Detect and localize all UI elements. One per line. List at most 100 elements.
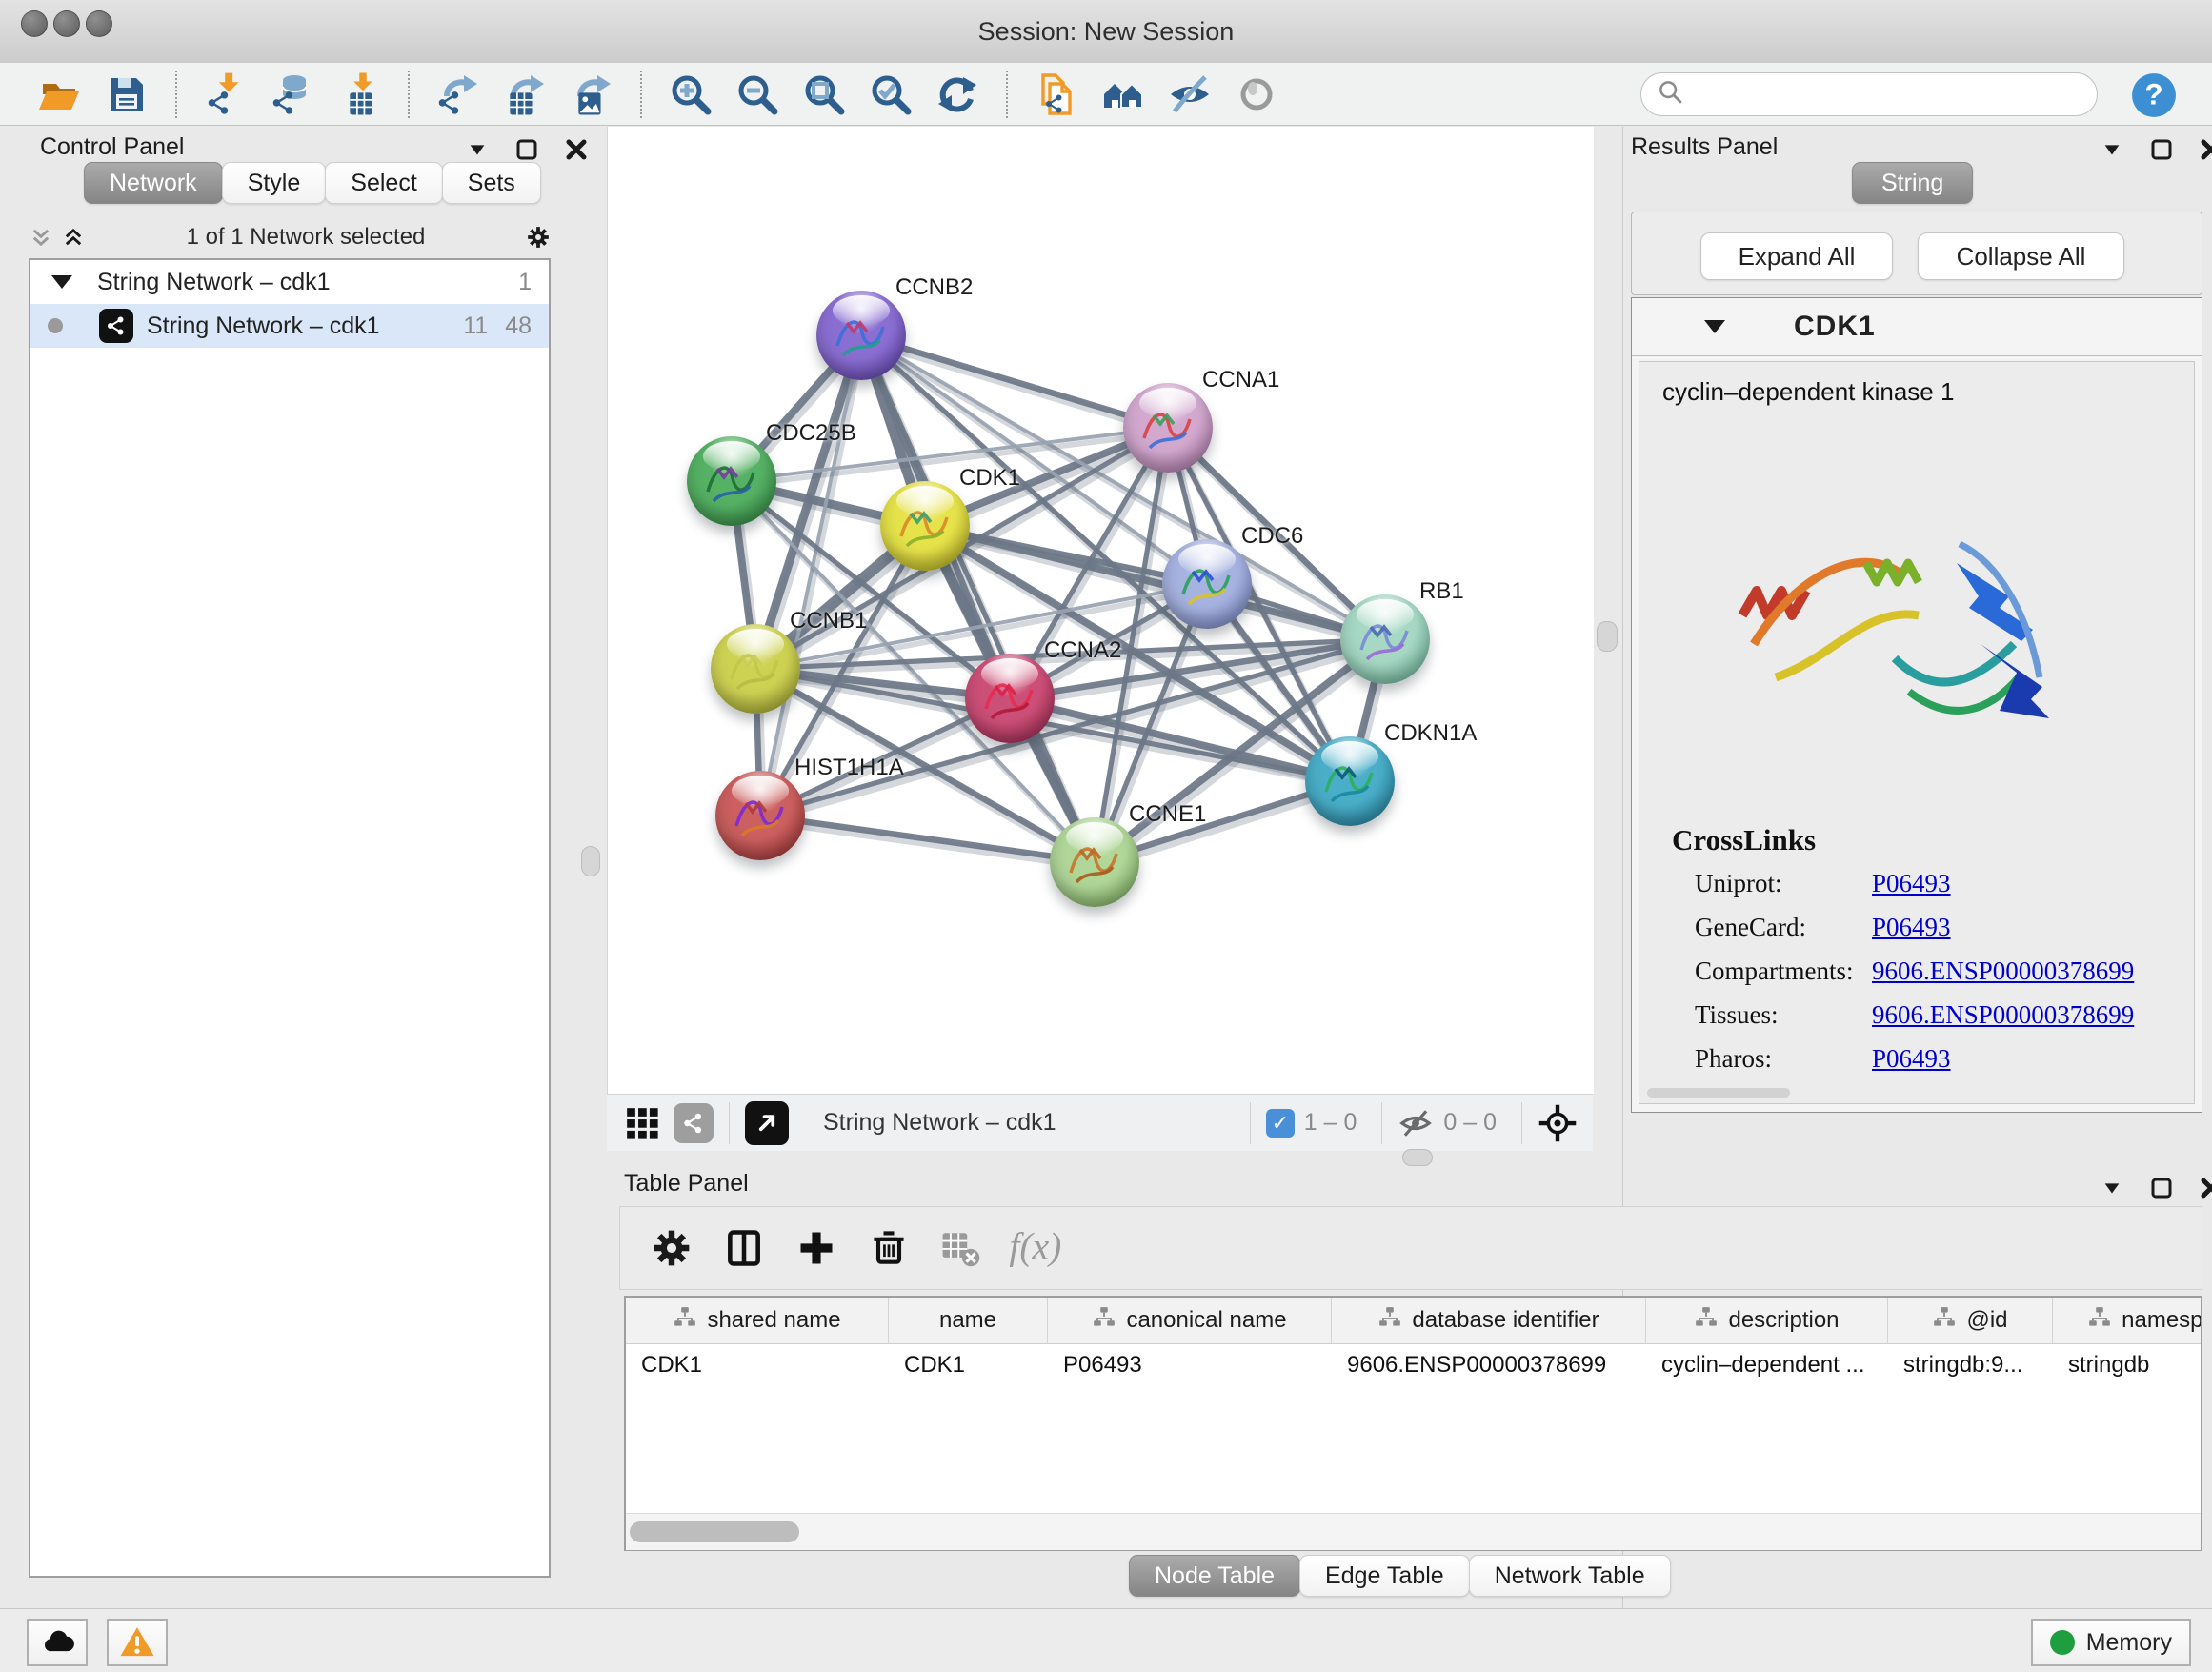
save-session-icon[interactable] xyxy=(103,71,151,118)
column-header-shared-name[interactable]: shared name xyxy=(626,1298,889,1343)
gear-icon[interactable] xyxy=(645,1221,698,1275)
column-header-namespac[interactable]: namespac xyxy=(2053,1298,2202,1343)
close-panel-icon[interactable] xyxy=(2199,137,2212,162)
warning-button[interactable] xyxy=(107,1619,168,1666)
float-panel-icon[interactable] xyxy=(2149,1176,2174,1200)
right-splitter-grip[interactable] xyxy=(1597,621,1618,652)
expand-all-button[interactable]: Expand All xyxy=(1700,232,1893,280)
tree-expander-icon[interactable] xyxy=(51,275,72,289)
columns-icon[interactable] xyxy=(717,1221,771,1275)
show-all-icon[interactable] xyxy=(1233,71,1280,118)
bottom-splitter-grip[interactable] xyxy=(1402,1149,1433,1166)
tab-network-table[interactable]: Network Table xyxy=(1469,1555,1671,1597)
collapse-all-button[interactable]: Collapse All xyxy=(1918,232,2124,280)
crosslink-link[interactable]: P06493 xyxy=(1872,913,1951,942)
add-icon[interactable] xyxy=(790,1221,843,1275)
crosslink-link[interactable]: P06493 xyxy=(1872,869,1951,898)
tab-sets[interactable]: Sets xyxy=(442,162,541,204)
node-ccnb1[interactable] xyxy=(711,624,800,714)
network-row[interactable]: String Network – cdk1 11 48 xyxy=(30,304,549,348)
node-cdk1[interactable] xyxy=(880,481,970,571)
tab-edge-table[interactable]: Edge Table xyxy=(1299,1555,1470,1597)
node-ccna2[interactable] xyxy=(965,654,1055,743)
selected-checkbox-icon[interactable]: ✓ xyxy=(1266,1109,1295,1138)
table-row[interactable]: CDK1CDK1P064939606.ENSP00000378699cyclin… xyxy=(626,1344,2201,1386)
tab-style[interactable]: Style xyxy=(222,162,327,204)
zoom-in-icon[interactable] xyxy=(667,71,714,118)
table-cell[interactable]: 9606.ENSP00000378699 xyxy=(1332,1344,1646,1386)
node-ccnb2[interactable] xyxy=(816,291,906,380)
collapse-panel-icon[interactable] xyxy=(465,137,490,162)
export-table-icon[interactable] xyxy=(501,71,549,118)
help-icon[interactable]: ? xyxy=(2130,71,2178,119)
cloud-button[interactable] xyxy=(27,1619,88,1666)
first-neighbors-icon[interactable] xyxy=(1099,71,1147,118)
network-collection-row[interactable]: String Network – cdk1 1 xyxy=(30,260,549,304)
crosslink-label: Uniprot: xyxy=(1695,869,1782,897)
node-ccne1[interactable] xyxy=(1050,817,1139,907)
close-panel-icon[interactable] xyxy=(2199,1176,2212,1200)
node-ccna1[interactable] xyxy=(1123,383,1213,473)
collapse-tree-icon[interactable] xyxy=(61,225,86,250)
expand-tree-icon[interactable] xyxy=(29,225,53,250)
table-cell[interactable]: CDK1 xyxy=(626,1344,889,1386)
collapse-panel-icon[interactable] xyxy=(2100,1176,2124,1200)
float-panel-icon[interactable] xyxy=(514,137,539,162)
network-view-toolbar: String Network – cdk1 ✓ 1 – 0 0 – 0 xyxy=(607,1094,1593,1151)
tab-network[interactable]: Network xyxy=(84,162,223,204)
node-cdc25b[interactable] xyxy=(687,436,776,526)
refresh-icon[interactable] xyxy=(934,71,981,118)
card-scrollbar[interactable] xyxy=(1647,1088,1790,1098)
export-image-icon[interactable] xyxy=(568,71,615,118)
close-panel-icon[interactable] xyxy=(564,137,589,162)
import-network-file-icon[interactable] xyxy=(202,71,250,118)
column-header-canonical-name[interactable]: canonical name xyxy=(1048,1298,1332,1343)
tab-string[interactable]: String xyxy=(1852,162,1973,204)
crosslink-link[interactable]: 9606.ENSP00000378699 xyxy=(1872,1000,2134,1030)
scrollbar-handle[interactable] xyxy=(630,1521,799,1542)
network-canvas[interactable]: CCNB2CCNA1CDC25BCDK1CDC6RB1CCNB1CCNA2CDK… xyxy=(607,127,1594,1094)
collection-count: 1 xyxy=(518,269,532,296)
table-horizontal-scrollbar[interactable] xyxy=(626,1513,2201,1550)
trash-icon[interactable] xyxy=(862,1221,915,1275)
import-network-database-icon[interactable] xyxy=(269,71,316,118)
left-splitter-grip[interactable] xyxy=(581,846,600,876)
gear-icon[interactable] xyxy=(526,225,551,250)
hidden-eye-icon[interactable] xyxy=(1398,1105,1434,1141)
collapse-panel-icon[interactable] xyxy=(2100,137,2124,162)
node-cdkn1a[interactable] xyxy=(1305,736,1395,826)
table-cell[interactable]: CDK1 xyxy=(889,1344,1048,1386)
table-cell[interactable]: stringdb xyxy=(2053,1344,2202,1386)
column-header-name[interactable]: name xyxy=(889,1298,1048,1343)
tab-select[interactable]: Select xyxy=(325,162,442,204)
column-header--id[interactable]: @id xyxy=(1888,1298,2053,1343)
zoom-out-icon[interactable] xyxy=(734,71,781,118)
hide-selected-icon[interactable] xyxy=(1166,71,1214,118)
table-cell[interactable]: stringdb:9... xyxy=(1888,1344,2053,1386)
node-rb1[interactable] xyxy=(1340,594,1430,684)
crosslink-link[interactable]: 9606.ENSP00000378699 xyxy=(1872,957,2134,986)
open-session-icon[interactable] xyxy=(36,71,84,118)
tab-node-table[interactable]: Node Table xyxy=(1129,1555,1300,1597)
node-cdc6[interactable] xyxy=(1162,539,1252,629)
import-table-file-icon[interactable] xyxy=(335,71,383,118)
search-field[interactable] xyxy=(1640,72,2098,116)
node-hist1h1a[interactable] xyxy=(715,771,805,860)
crosslink-link[interactable]: P06493 xyxy=(1872,1044,1951,1074)
birds-eye-crosshair-icon[interactable] xyxy=(1538,1103,1578,1143)
column-header-description[interactable]: description xyxy=(1646,1298,1888,1343)
zoom-fit-icon[interactable] xyxy=(800,71,848,118)
float-panel-icon[interactable] xyxy=(2149,137,2174,162)
zoom-selected-icon[interactable] xyxy=(867,71,915,118)
collapse-entry-icon[interactable] xyxy=(1704,320,1725,333)
copy-document-icon[interactable] xyxy=(1033,71,1080,118)
table-cell[interactable]: P06493 xyxy=(1048,1344,1332,1386)
open-in-new-icon[interactable] xyxy=(745,1101,789,1145)
export-network-icon[interactable] xyxy=(434,71,482,118)
column-header-database-identifier[interactable]: database identifier xyxy=(1332,1298,1646,1343)
gene-card-header[interactable]: CDK1 xyxy=(1632,298,2202,356)
table-cell[interactable]: cyclin–dependent ... xyxy=(1646,1344,1888,1386)
memory-button[interactable]: Memory xyxy=(2031,1619,2191,1666)
grid-view-icon[interactable] xyxy=(624,1105,660,1141)
search-input[interactable] xyxy=(1687,80,2097,109)
